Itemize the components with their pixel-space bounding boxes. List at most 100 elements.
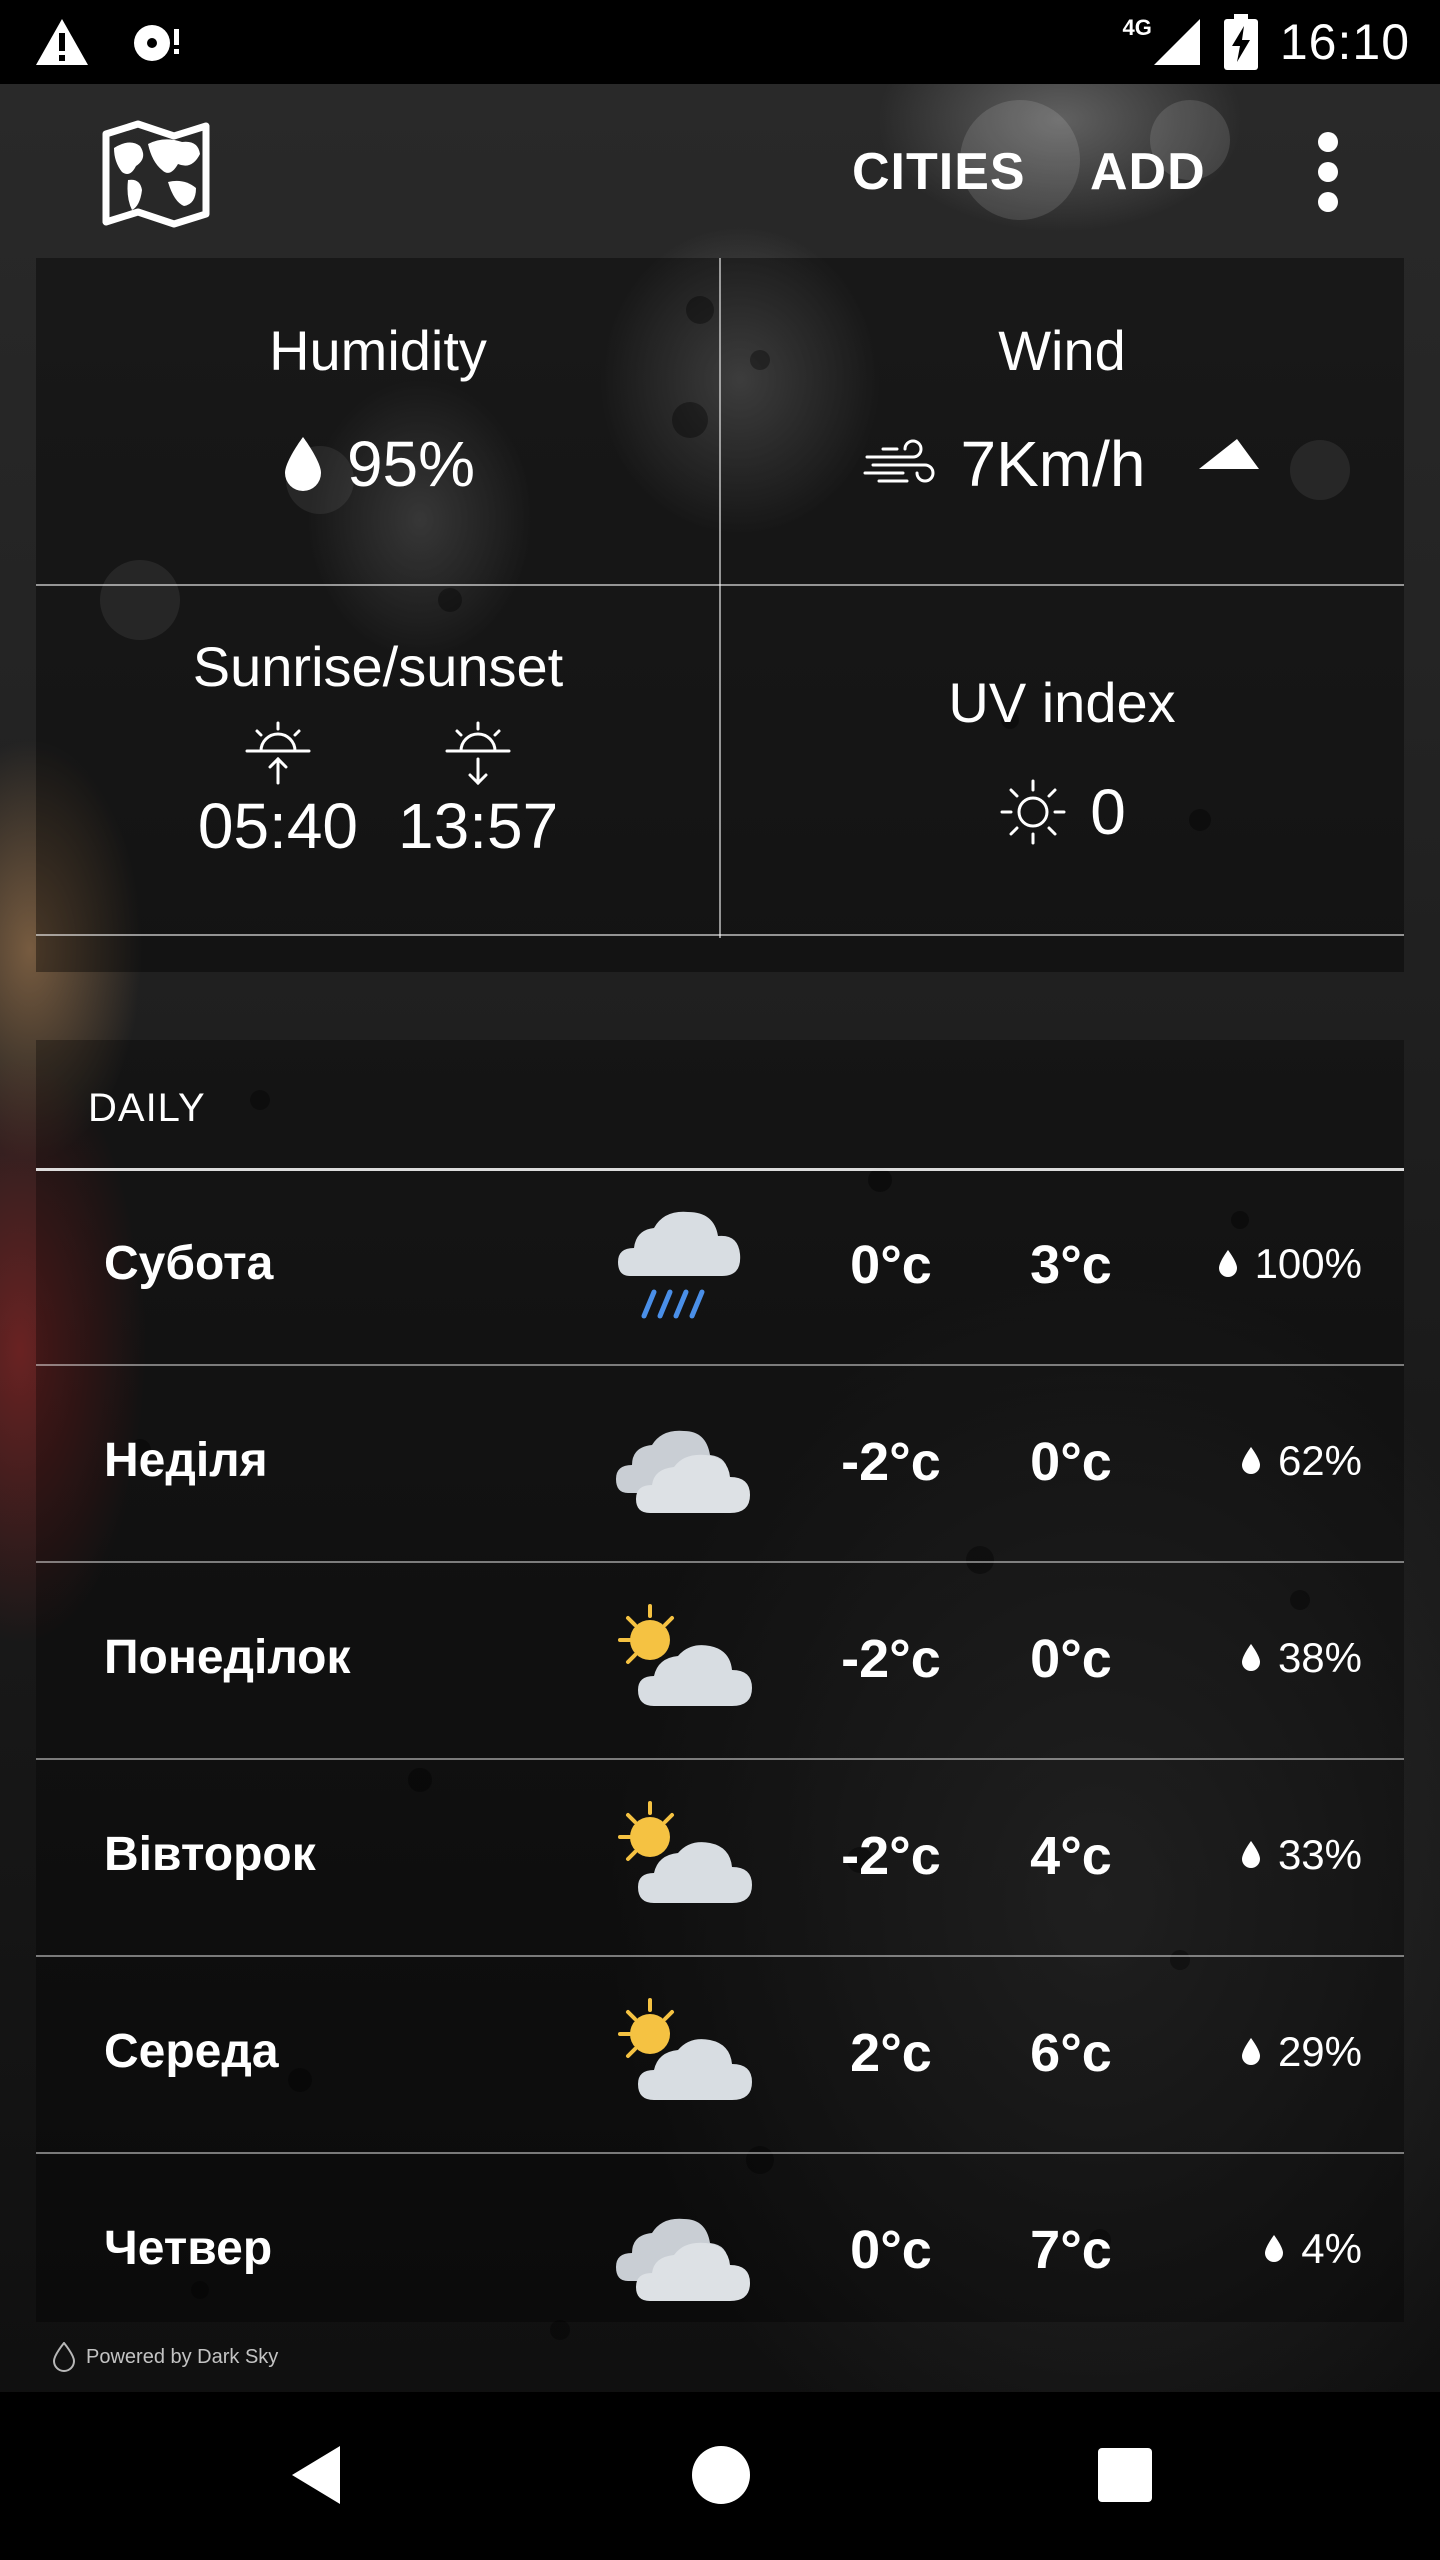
water-drop-icon [1218, 1250, 1237, 1277]
max-temp: 0°c [1030, 1629, 1112, 1689]
daily-row[interactable]: Субота 0°c 3°c 100% [36, 1170, 1404, 1366]
navigation-bar [0, 2392, 1440, 2560]
max-temp: 3°c [1030, 1235, 1112, 1295]
precip: 33% [1240, 1831, 1362, 1879]
humidity-value: 95% [346, 428, 476, 500]
signal-icon [1153, 19, 1200, 65]
battery-charging-icon [1223, 14, 1258, 70]
uv-value-row: 0 [720, 775, 1404, 849]
sunset-time: 13:57 [398, 790, 559, 862]
day-name: Неділя [104, 1434, 268, 1487]
powered-by-dark-sky[interactable]: Powered by Dark Sky [52, 2342, 278, 2372]
app-bar: CITIES ADD [0, 84, 1440, 260]
humidity-value-row: 95% [36, 427, 720, 501]
humidity-title: Humidity [269, 319, 487, 382]
clock: 16:10 [1279, 14, 1410, 70]
daily-row[interactable]: Четвер 0°c 7°c 4% [36, 2155, 1404, 2351]
cities-button[interactable]: CITIES [852, 142, 1026, 202]
cloudy-icon [616, 1430, 750, 1513]
wind-title: Wind [998, 319, 1126, 382]
max-temp: 0°c [1030, 1432, 1112, 1492]
partly-cloudy-icon [618, 1998, 752, 2100]
add-button[interactable]: ADD [1090, 142, 1206, 202]
network-type: 4G [1122, 15, 1152, 40]
daily-row[interactable]: Вівторок -2°c 4°c 33% [36, 1761, 1404, 1957]
sun-icon [1000, 779, 1066, 845]
sun-times-row: 05:40 13:57 [36, 719, 720, 863]
sunset-icon [445, 721, 511, 786]
precip-value: 33% [1277, 1831, 1362, 1878]
dark-sky-icon [52, 2342, 76, 2372]
sunrise-time: 05:40 [197, 790, 358, 862]
more-vert-icon[interactable] [1310, 130, 1346, 214]
water-drop-icon [284, 437, 321, 491]
rain-cloud-icon [618, 1211, 741, 1319]
precip-value: 100% [1254, 1240, 1362, 1287]
partly-cloudy-icon [618, 1801, 752, 1903]
precip-value: 38% [1277, 1634, 1362, 1681]
daily-row[interactable]: Середа 2°c 6°c 29% [36, 1958, 1404, 2154]
warning-icon [36, 19, 88, 65]
details-card: Humidity 95% Wind 7Km/h Sunrise/sunset 0… [36, 258, 1404, 972]
precip-value: 4% [1301, 2225, 1362, 2272]
uv-value: 0 [1090, 776, 1126, 848]
back-icon[interactable] [288, 2442, 344, 2508]
row-divider [36, 2152, 1404, 2154]
precip: 62% [1240, 1437, 1362, 1485]
uv-index-cell: UV index 0 [720, 670, 1404, 849]
daily-row[interactable]: Неділя -2°c 0°c 62% [36, 1367, 1404, 1563]
powered-by-label: Powered by Dark Sky [86, 2345, 279, 2368]
precip: 29% [1240, 2028, 1362, 2076]
recent-apps-icon[interactable] [1098, 2448, 1152, 2502]
sunrise-sunset-cell: Sunrise/sunset 05:40 13:57 [36, 634, 720, 863]
day-name: Середа [104, 2025, 279, 2078]
daily-header: DAILY [88, 1086, 206, 1130]
water-drop-icon [1241, 1447, 1260, 1474]
max-temp: 7°c [1030, 2220, 1112, 2280]
water-drop-icon [1265, 2235, 1284, 2262]
day-name: Четвер [104, 2222, 273, 2275]
max-temp: 4°c [1030, 1826, 1112, 1886]
day-name: Вівторок [104, 1828, 316, 1881]
day-name: Субота [104, 1237, 274, 1290]
min-temp: -2°c [841, 1432, 941, 1492]
daily-row[interactable]: Понеділок -2°c 0°c 38% [36, 1564, 1404, 1760]
precip: 4% [1263, 2225, 1362, 2273]
row-divider [36, 1561, 1404, 1563]
wind-value-row: 7Km/h [720, 427, 1404, 501]
sunset-block: 13:57 [398, 719, 558, 863]
precip: 100% [1217, 1240, 1362, 1288]
water-drop-icon [1241, 1644, 1260, 1671]
precip-value: 29% [1277, 2028, 1362, 2075]
row-divider [36, 1364, 1404, 1366]
row-divider [36, 1758, 1404, 1760]
divider-horizontal [36, 584, 1404, 586]
day-name: Понеділок [104, 1631, 351, 1684]
min-temp: 2°c [850, 2023, 932, 2083]
sunrise-sunset-title: Sunrise/sunset [192, 635, 564, 698]
uv-index-title: UV index [948, 671, 1176, 734]
daily-forecast-card: DAILY Субота 0°c 3°c 100% Неділя -2°c 0°… [36, 1040, 1404, 2322]
min-temp: 0°c [850, 1235, 932, 1295]
min-temp: -2°c [841, 1826, 941, 1886]
water-drop-icon [1241, 1841, 1260, 1868]
divider-bottom [36, 934, 1404, 936]
water-drop-icon [1241, 2038, 1260, 2065]
wind-icon [863, 439, 934, 483]
sunrise-block: 05:40 [198, 719, 358, 863]
wind-cell: Wind 7Km/h [720, 318, 1404, 501]
sd-card-icon [134, 25, 179, 61]
row-divider [36, 1955, 1404, 1957]
precip: 38% [1240, 1634, 1362, 1682]
min-temp: -2°c [841, 1629, 941, 1689]
humidity-cell: Humidity 95% [36, 318, 720, 501]
min-temp: 0°c [850, 2220, 932, 2280]
cloudy-icon [616, 2218, 750, 2301]
world-map-icon[interactable] [100, 118, 212, 230]
max-temp: 6°c [1030, 2023, 1112, 2083]
partly-cloudy-icon [618, 1604, 752, 1706]
sunrise-icon [245, 721, 311, 785]
precip-value: 62% [1277, 1437, 1362, 1484]
status-bar: 4G 16:10 [0, 0, 1440, 84]
home-icon[interactable] [692, 2446, 750, 2504]
